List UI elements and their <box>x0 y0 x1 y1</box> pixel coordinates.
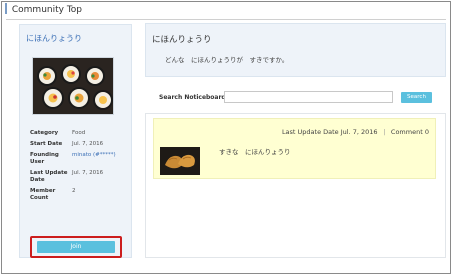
info-value: 2 <box>72 188 76 194</box>
info-key: Member Count <box>30 188 56 201</box>
post-comment-label: Comment <box>390 128 423 136</box>
info-row-founding-user: Founding User minato (#*****) <box>30 152 116 166</box>
post-last-update-value: Jul. 7, 2016 <box>340 128 378 136</box>
noticeboard-search: Search Noticeboard Search <box>159 91 439 105</box>
community-name: にほんりょうり <box>26 34 82 43</box>
title-divider <box>6 19 446 20</box>
info-row-start-date: Start Date Jul. 7, 2016 <box>30 141 116 148</box>
post-last-update-label: Last Update Date <box>281 128 339 136</box>
community-image <box>32 57 114 115</box>
search-label: Search Noticeboard <box>159 94 226 101</box>
search-button[interactable]: Search <box>401 92 432 103</box>
window-titlebar: Community Top <box>2 2 450 19</box>
noticeboard-list: Last Update Date Jul. 7, 2016 | Comment … <box>145 113 446 258</box>
meta-separator: | <box>383 128 386 136</box>
info-row-category: Category Food <box>30 130 116 137</box>
info-value: Jul. 7, 2016 <box>72 170 104 176</box>
join-button[interactable]: Join <box>37 241 115 253</box>
post-title: すきな にほんりょうり <box>219 148 291 156</box>
noticeboard-post[interactable]: Last Update Date Jul. 7, 2016 | Comment … <box>153 118 436 179</box>
info-key: Last Update Date <box>30 170 68 183</box>
join-highlight: Join <box>30 236 122 258</box>
page-title: Community Top <box>11 5 83 15</box>
info-key: Category <box>30 130 59 136</box>
title-accent-bar <box>5 3 7 14</box>
founding-user-link[interactable]: minato (#*****) <box>72 152 116 158</box>
community-title: にほんりょうり <box>152 35 212 45</box>
post-meta: Last Update Date Jul. 7, 2016 | Comment … <box>282 128 429 136</box>
community-info: Category Food Start Date Jul. 7, 2016 Fo… <box>30 130 116 206</box>
info-row-last-update: Last Update Date Jul. 7, 2016 <box>30 170 116 184</box>
info-key: Start Date <box>30 141 63 147</box>
community-header-card: にほんりょうり どんな にほんりょうりが すきですか。 <box>145 23 446 77</box>
post-image <box>160 147 200 175</box>
search-input[interactable] <box>224 91 393 103</box>
sushi-image-icon <box>33 58 113 114</box>
info-value: Jul. 7, 2016 <box>72 141 104 147</box>
info-value: Food <box>72 130 86 136</box>
community-sidebar: にほんりょうり Category Food Start Date Jul. 7,… <box>19 24 132 258</box>
info-key: Founding User <box>30 152 59 165</box>
info-row-member-count: Member Count 2 <box>30 188 116 202</box>
post-comment-count: 0 <box>424 128 429 136</box>
community-description: どんな にほんりょうりが すきですか。 <box>165 56 289 64</box>
info-value-link: minato (#*****) <box>72 152 116 166</box>
inari-sushi-image-icon <box>160 147 200 175</box>
